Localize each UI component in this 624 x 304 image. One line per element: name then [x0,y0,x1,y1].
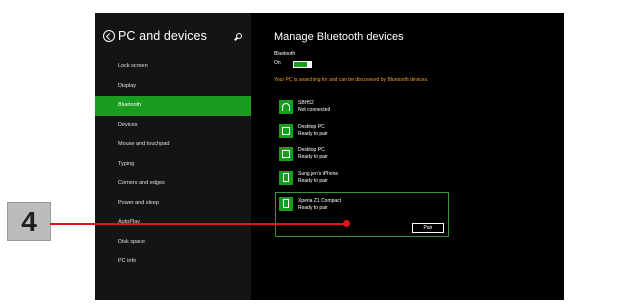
bluetooth-toggle[interactable] [293,61,312,68]
sidebar-item-disk-space[interactable]: Disk space [95,233,251,253]
device-item[interactable]: Desktop PC Ready to pair [276,145,456,168]
device-name: SBH52 [298,100,314,106]
device-status: Not connected [298,107,331,113]
sidebar-item-display[interactable]: Display [95,77,251,97]
callout-line [50,223,348,225]
headphones-icon [279,100,293,114]
sidebar: PC and devices Lock screen Display Bluet… [95,13,251,300]
callout-dot [343,220,350,227]
sidebar-item-lock-screen[interactable]: Lock screen [95,57,251,77]
sidebar-header: PC and devices [103,27,248,51]
sidebar-item-devices[interactable]: Devices [95,116,251,136]
bluetooth-label: Bluetooth [274,51,296,57]
device-name: Sung.jen's iPhone [298,170,339,177]
sidebar-title: PC and devices [118,29,207,43]
device-status: Ready to pair [298,205,328,211]
main-panel: Manage Bluetooth devices Bluetooth On Yo… [251,13,564,300]
bluetooth-state: On [274,60,281,66]
pair-button[interactable]: Pair [412,223,444,233]
sidebar-item-typing[interactable]: Typing [95,155,251,175]
device-status: Ready to pair [298,177,328,184]
device-name: Xperia Z1 Compact [298,198,342,204]
sidebar-item-corners-and-edges[interactable]: Corners and edges [95,174,251,194]
phone-icon [279,197,293,211]
sidebar-item-mouse-and-touchpad[interactable]: Mouse and touchpad [95,135,251,155]
toggle-knob [307,62,311,67]
sidebar-nav: Lock screen Display Bluetooth Devices Mo… [95,57,251,272]
sidebar-item-power-and-sleep[interactable]: Power and sleep [95,194,251,214]
page-title: Manage Bluetooth devices [274,31,404,43]
selected-device-item[interactable]: Xperia Z1 Compact Ready to pair Pair [275,192,449,237]
callout-badge: 4 [7,202,51,241]
computer-icon [279,123,293,138]
device-status: Ready to pair [298,130,328,137]
back-arrow-icon[interactable] [103,30,115,42]
device-status: Ready to pair [298,154,328,160]
phone-icon [279,170,293,185]
device-item[interactable]: SBH52 Not connected [276,98,456,121]
settings-screen: PC and devices Lock screen Display Bluet… [95,13,564,300]
computer-icon [279,147,293,161]
device-name: Desktop PC [298,123,325,130]
discovery-status: Your PC is searching for and can be disc… [274,77,429,83]
device-item[interactable]: Desktop PC Ready to pair [276,122,456,145]
device-list: SBH52 Not connected Desktop PC Ready to … [276,98,456,192]
callout-number: 4 [21,206,37,237]
device-name: Desktop PC [298,147,325,153]
sidebar-item-bluetooth[interactable]: Bluetooth [95,96,251,116]
device-item[interactable]: Sung.jen's iPhone Ready to pair [276,169,456,192]
sidebar-item-pc-info[interactable]: PC info [95,252,251,272]
search-icon[interactable] [236,33,242,39]
